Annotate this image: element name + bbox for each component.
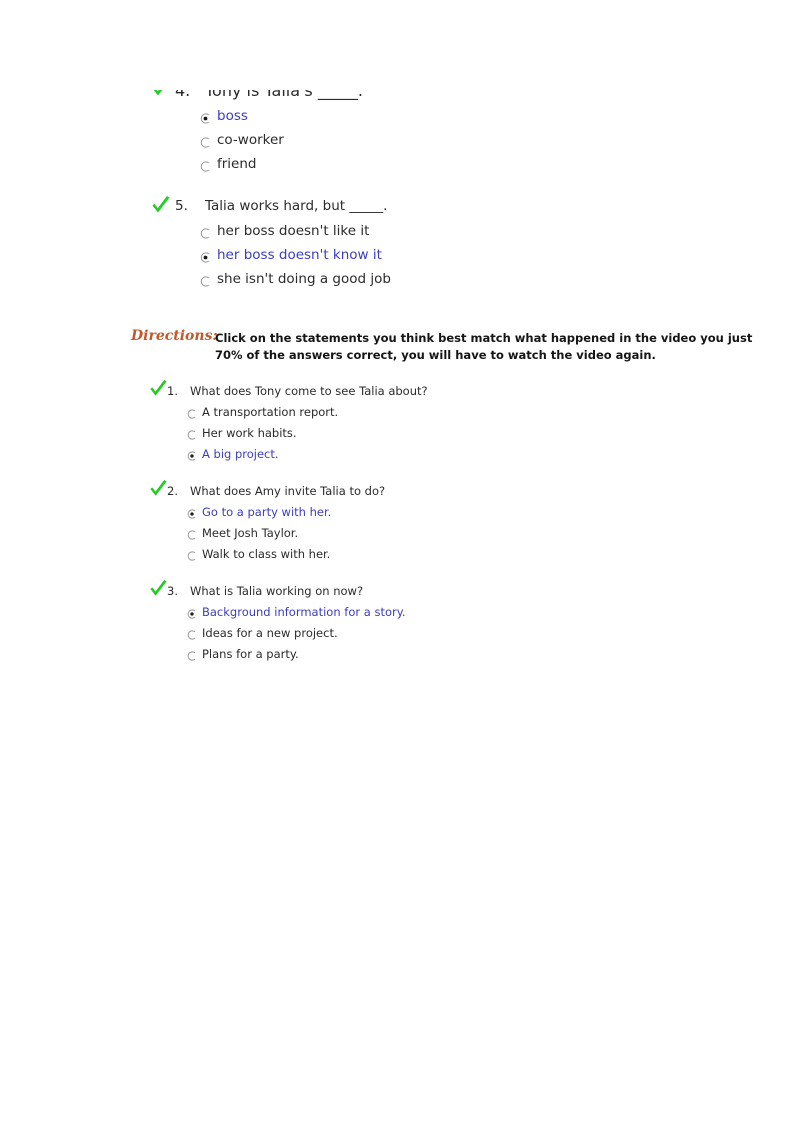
question-header: 1. What does Tony come to see Talia abou… xyxy=(0,379,800,402)
radio-unselected-icon[interactable] xyxy=(200,161,211,172)
option-label: Go to a party with her. xyxy=(202,505,332,519)
checkmark-icon xyxy=(150,479,167,496)
radio-selected-icon[interactable] xyxy=(200,252,211,263)
option-label: Her work habits. xyxy=(202,426,297,440)
directions-line-1: Click on the statements you think best m… xyxy=(215,331,753,345)
clipped-question-region: 4. Tony is Talia's _____. xyxy=(0,90,800,103)
option-row[interactable]: A transportation report. xyxy=(0,405,800,426)
question-block: 5. Talia works hard, but _____. her boss… xyxy=(0,196,800,295)
radio-unselected-icon[interactable] xyxy=(200,276,211,287)
radio-unselected-icon[interactable] xyxy=(200,137,211,148)
option-label: Background information for a story. xyxy=(202,605,406,619)
question-text: Talia works hard, but _____. xyxy=(205,198,388,214)
option-row[interactable]: Walk to class with her. xyxy=(0,547,800,568)
checkmark-icon xyxy=(153,90,163,96)
question-text: Tony is Talia's _____. xyxy=(205,90,363,100)
radio-unselected-icon[interactable] xyxy=(187,651,197,661)
option-label: her boss doesn't know it xyxy=(217,247,382,263)
option-row[interactable]: Background information for a story. xyxy=(0,605,800,626)
directions-label: Directions: xyxy=(131,328,218,344)
checkmark-icon xyxy=(150,579,167,596)
option-row[interactable]: Plans for a party. xyxy=(0,647,800,668)
question-number: 3. xyxy=(167,584,178,598)
question-header: 5. Talia works hard, but _____. xyxy=(0,196,800,218)
option-label: co-worker xyxy=(217,132,284,148)
directions-line-2: 70% of the answers correct, you will hav… xyxy=(215,348,656,362)
options-list: Go to a party with her. Meet Josh Taylor… xyxy=(0,505,800,568)
question-block: 3. What is Talia working on now? Backgro… xyxy=(0,579,800,668)
question-text: What is Talia working on now? xyxy=(190,584,364,598)
checkmark-icon xyxy=(152,196,170,213)
option-label: friend xyxy=(217,156,257,172)
radio-unselected-icon[interactable] xyxy=(187,430,197,440)
option-label: Walk to class with her. xyxy=(202,547,331,561)
question-number: 5. xyxy=(175,198,188,214)
quiz-page: 4. Tony is Talia's _____. boss co-worker… xyxy=(0,0,800,1132)
option-label: A transportation report. xyxy=(202,405,339,419)
radio-unselected-icon[interactable] xyxy=(187,530,197,540)
options-list: Background information for a story. Idea… xyxy=(0,605,800,668)
option-row[interactable]: Go to a party with her. xyxy=(0,505,800,526)
question-text: What does Tony come to see Talia about? xyxy=(190,384,428,398)
question-block: 1. What does Tony come to see Talia abou… xyxy=(0,379,800,468)
option-label: Meet Josh Taylor. xyxy=(202,526,299,540)
options-list: A transportation report. Her work habits… xyxy=(0,405,800,468)
radio-selected-icon[interactable] xyxy=(187,609,197,619)
radio-unselected-icon[interactable] xyxy=(187,409,197,419)
option-row[interactable]: she isn't doing a good job xyxy=(0,271,800,295)
quiz-section-upper: boss co-worker friend 5. Talia works har… xyxy=(0,103,800,309)
radio-selected-icon[interactable] xyxy=(187,451,197,461)
option-row[interactable]: her boss doesn't know it xyxy=(0,247,800,271)
question-header: 2. What does Amy invite Talia to do? xyxy=(0,479,800,502)
radio-unselected-icon[interactable] xyxy=(200,228,211,239)
question-block: boss co-worker friend xyxy=(0,108,800,180)
question-header: 3. What is Talia working on now? xyxy=(0,579,800,602)
option-label: boss xyxy=(217,108,248,124)
option-row[interactable]: Her work habits. xyxy=(0,426,800,447)
radio-selected-icon[interactable] xyxy=(200,113,211,124)
option-row[interactable]: friend xyxy=(0,156,800,180)
quiz-section-lower: 1. What does Tony come to see Talia abou… xyxy=(0,379,800,681)
radio-unselected-icon[interactable] xyxy=(187,630,197,640)
checkmark-icon xyxy=(150,379,167,396)
radio-selected-icon[interactable] xyxy=(187,509,197,519)
option-label: A big project. xyxy=(202,447,279,461)
directions-block: Directions: Click on the statements you … xyxy=(0,328,800,368)
option-label: Plans for a party. xyxy=(202,647,299,661)
question-number: 4. xyxy=(175,90,191,100)
question-block: 2. What does Amy invite Talia to do? Go … xyxy=(0,479,800,568)
options-list: her boss doesn't like it her boss doesn'… xyxy=(0,223,800,295)
question-text: What does Amy invite Talia to do? xyxy=(190,484,386,498)
option-row[interactable]: Ideas for a new project. xyxy=(0,626,800,647)
option-label: her boss doesn't like it xyxy=(217,223,370,239)
option-row[interactable]: her boss doesn't like it xyxy=(0,223,800,247)
option-row[interactable]: boss xyxy=(0,108,800,132)
directions-text: Click on the statements you think best m… xyxy=(215,330,800,364)
option-label: Ideas for a new project. xyxy=(202,626,338,640)
radio-unselected-icon[interactable] xyxy=(187,551,197,561)
question-number: 1. xyxy=(167,384,178,398)
option-row[interactable]: co-worker xyxy=(0,132,800,156)
option-label: she isn't doing a good job xyxy=(217,271,391,287)
options-list: boss co-worker friend xyxy=(0,108,800,180)
option-row[interactable]: A big project. xyxy=(0,447,800,468)
question-number: 2. xyxy=(167,484,178,498)
option-row[interactable]: Meet Josh Taylor. xyxy=(0,526,800,547)
